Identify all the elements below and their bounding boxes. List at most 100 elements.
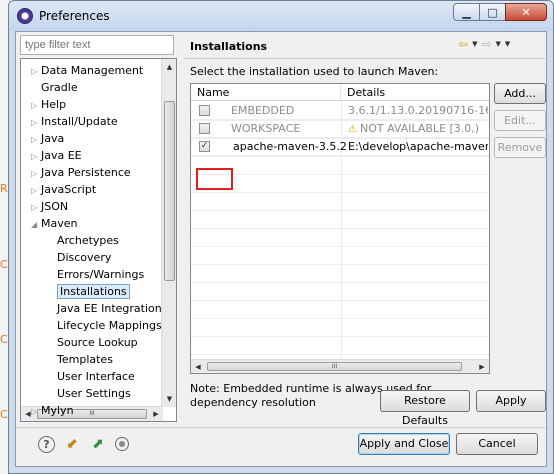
scroll-right-arrow-icon[interactable]: ▶ [149, 407, 163, 421]
table-horizontal-scrollbar[interactable]: ◀ III ▶ [191, 359, 489, 373]
tree-item[interactable]: Installations [47, 283, 130, 300]
tree-item-label: Mylyn [41, 404, 74, 417]
close-button[interactable]: ✕ [505, 3, 547, 21]
tree-item-label: User Interface [57, 370, 135, 383]
tree-item[interactable]: ▷ Java [31, 130, 64, 147]
title-bar[interactable]: Preferences ▁ □ ✕ [9, 1, 553, 31]
export-icon[interactable]: ⬈ [89, 435, 107, 453]
table-row[interactable]: WORKSPACE ⚠ NOT AVAILABLE [3.0,) [191, 120, 489, 138]
table-gridline [191, 156, 489, 157]
tree-item[interactable]: Java EE Integration [47, 300, 162, 317]
installation-details: 3.6.1/1.13.0.20190716-1623 [348, 104, 488, 117]
table-gridline [191, 372, 489, 373]
edit-button[interactable]: Edit... [494, 110, 546, 131]
installation-checkbox[interactable] [199, 123, 210, 134]
scroll-down-arrow-icon[interactable]: ▼ [162, 391, 176, 407]
tree-item[interactable]: ▷ JSON [31, 198, 68, 215]
column-header-name[interactable]: Name [191, 84, 341, 101]
page-title: Installations [190, 40, 268, 53]
tree-item[interactable]: ▷ Data Management [31, 62, 143, 79]
remove-button[interactable]: Remove [494, 137, 546, 158]
tree-vertical-scrollbar[interactable]: ▲ ▼ [161, 59, 176, 407]
tree-item-label: Source Lookup [57, 336, 138, 349]
table-row[interactable]: EMBEDDED 3.6.1/1.13.0.20190716-1623 [191, 102, 489, 120]
expand-arrow-icon[interactable]: ◢ [31, 216, 41, 233]
maximize-button[interactable]: □ [479, 3, 506, 21]
scrollbar-thumb[interactable] [164, 101, 175, 281]
tree-item-label: User Settings [57, 387, 131, 400]
scroll-up-arrow-icon[interactable]: ▲ [162, 59, 176, 75]
expand-arrow-icon[interactable]: ▷ [31, 165, 41, 182]
forward-dropdown-icon[interactable]: ▼ [496, 40, 501, 48]
restore-defaults-button[interactable]: Restore Defaults [380, 390, 470, 427]
expand-arrow-icon[interactable]: ▷ [31, 114, 41, 131]
tree-item[interactable]: ▷ Mylyn [31, 402, 74, 419]
forward-arrow-icon[interactable]: ⇨ [481, 37, 491, 51]
tree-item-label: Java [41, 132, 65, 145]
tree-item[interactable]: Discovery [47, 249, 111, 266]
tree-item[interactable]: Lifecycle Mappings [47, 317, 162, 334]
expand-arrow-icon[interactable]: ▷ [31, 97, 41, 114]
cancel-button[interactable]: Cancel [456, 433, 538, 455]
tree-item[interactable]: ▷ Help [31, 96, 66, 113]
expand-arrow-icon[interactable]: ▷ [31, 63, 41, 80]
footer-icons: ? ⬋ ⬈ [38, 435, 137, 453]
dialog-body: ▲ ▼ ◀ III ▶ ▷Data ManagementGradle▷Help▷… [15, 31, 548, 467]
table-gridline [191, 282, 489, 283]
table-row[interactable]: ✓ apache-maven-3.5.2 E:\develop\apache-mav… [191, 138, 489, 156]
record-icon[interactable] [115, 437, 129, 451]
preferences-dialog: Preferences ▁ □ ✕ ▲ ▼ ◀ III ▶ ▷Data Mana… [8, 0, 554, 474]
tree-item[interactable]: ▷ Java Persistence [31, 164, 131, 181]
tree-item[interactable]: Errors/Warnings [47, 266, 144, 283]
page-navigation: ⇦ ▼ ⇨ ▼ ▼ [458, 37, 514, 51]
scrollbar-thumb[interactable]: III [207, 362, 462, 371]
expand-arrow-icon[interactable]: ▷ [31, 403, 41, 420]
tree-item-label: Java EE Integration [57, 302, 162, 315]
installation-checkbox[interactable]: ✓ [199, 141, 210, 152]
tree-item[interactable]: Source Lookup [47, 334, 138, 351]
help-icon[interactable]: ? [38, 435, 55, 453]
tree-item-label: JSON [41, 200, 69, 213]
back-dropdown-icon[interactable]: ▼ [472, 40, 477, 48]
table-gridline [191, 354, 489, 355]
tree-item[interactable]: ▷ Java EE [31, 147, 82, 164]
footer-separator [16, 427, 546, 428]
tree-item-label: Java Persistence [41, 166, 131, 179]
tree-item[interactable]: User Interface [47, 368, 135, 385]
table-gridline [191, 174, 489, 175]
tree-item[interactable]: User Settings [47, 385, 131, 402]
apply-button[interactable]: Apply [476, 390, 546, 412]
expand-arrow-icon[interactable]: ▷ [31, 131, 41, 148]
tree-item[interactable]: ▷ Install/Update [31, 113, 118, 130]
column-header-details[interactable]: Details [341, 84, 489, 101]
expand-arrow-icon[interactable]: ▷ [31, 148, 41, 165]
tree-item[interactable]: Archetypes [47, 232, 119, 249]
table-gridline [191, 336, 489, 337]
tree-item-label: Maven [41, 217, 78, 230]
filter-input[interactable] [20, 35, 174, 55]
add-button[interactable]: Add... [494, 83, 546, 104]
expand-arrow-icon[interactable]: ▷ [31, 182, 41, 199]
tree-item[interactable]: Gradle [31, 79, 78, 96]
installation-checkbox[interactable] [199, 105, 210, 116]
installation-details-text: NOT AVAILABLE [3.0,) [359, 122, 480, 135]
back-arrow-icon[interactable]: ⇦ [458, 37, 468, 51]
table-gridline [191, 246, 489, 247]
tree-item[interactable]: ◢ Maven [31, 215, 77, 232]
tree-item[interactable]: ▷ JavaScript [31, 181, 96, 198]
tree-item-label: Help [41, 98, 67, 111]
tree-item-label: Discovery [57, 251, 112, 264]
window-controls: ▁ □ ✕ [453, 3, 547, 21]
expand-arrow-icon[interactable]: ▷ [31, 199, 41, 216]
import-icon[interactable]: ⬋ [63, 435, 81, 453]
table-gridline [191, 264, 489, 265]
installation-name: WORKSPACE [231, 122, 301, 135]
minimize-button[interactable]: ▁ [453, 3, 480, 21]
checkbox-highlight-annotation [196, 168, 233, 190]
tree-item[interactable]: Templates [47, 351, 113, 368]
tree-item-label: Install/Update [41, 115, 118, 128]
table-header: Name Details [191, 84, 489, 101]
apply-and-close-button[interactable]: Apply and Close [358, 433, 450, 455]
window-title: Preferences [39, 9, 110, 23]
view-menu-icon[interactable]: ▼ [505, 40, 510, 48]
